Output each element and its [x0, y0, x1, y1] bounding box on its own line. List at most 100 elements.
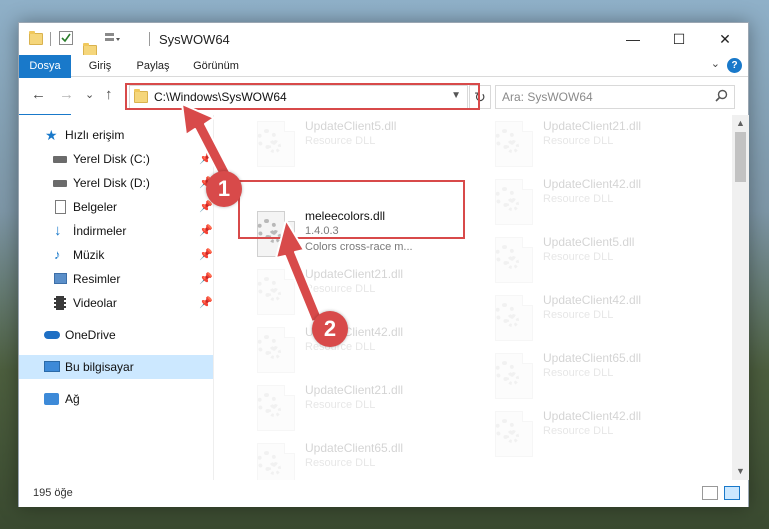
file-type: Resource DLL [305, 457, 376, 469]
file-item[interactable]: UpdateClient21.dll Resource DLL [247, 379, 477, 439]
search-input[interactable]: Ara: SysWOW64 [502, 90, 593, 104]
file-item[interactable]: UpdateClient21.dll Resource DLL [485, 115, 715, 175]
sidebar-item-onedrive[interactable]: OneDrive [19, 323, 213, 347]
sidebar-item-label: Yerel Disk (C:) [73, 152, 150, 166]
gear-icon [268, 140, 281, 153]
file-type: Resource DLL [543, 309, 614, 321]
pane-divider [213, 115, 214, 480]
sidebar-item-disk-d[interactable]: Yerel Disk (D:) 📌 [19, 171, 213, 195]
customize-qa-icon[interactable] [105, 32, 120, 44]
star-icon: ★ [45, 127, 58, 143]
address-highlight-box [125, 83, 480, 110]
item-count: 195 öğe [33, 487, 73, 499]
pin-icon[interactable]: 📌 [199, 267, 213, 291]
file-list: UpdateClient5.dll Resource DLL meleecolo… [219, 115, 731, 480]
file-name: UpdateClient21.dll [543, 119, 642, 133]
sidebar-item-label: Bu bilgisayar [65, 360, 134, 374]
folder-icon [29, 31, 43, 45]
file-name: UpdateClient42.dll [543, 293, 642, 307]
file-item[interactable]: UpdateClient21.dll Resource DLL [247, 263, 477, 323]
sidebar-item-label: İndirmeler [73, 224, 127, 238]
close-button[interactable]: ✕ [702, 23, 748, 55]
file-type: Resource DLL [305, 135, 376, 147]
pin-icon[interactable]: 📌 [199, 243, 213, 267]
back-button[interactable]: ← [31, 86, 46, 103]
sidebar-item-downloads[interactable]: ↓ İndirmeler 📌 [19, 219, 213, 243]
file-name: UpdateClient5.dll [305, 119, 397, 133]
minimize-button[interactable]: — [610, 23, 656, 55]
file-name: UpdateClient42.dll [543, 409, 642, 423]
file-item[interactable]: UpdateClient5.dll Resource DLL [247, 115, 477, 175]
explorer-window: SysWOW64 — ☐ ✕ Dosya Giriş Paylaş Görünü… [18, 22, 749, 507]
pin-icon[interactable]: 📌 [199, 147, 213, 171]
sidebar-item-documents[interactable]: Belgeler 📌 [19, 195, 213, 219]
navigation-pane: ★ Hızlı erişim Yerel Disk (C:) 📌 Yerel D… [19, 115, 213, 480]
step-marker-2: 2 [312, 311, 348, 347]
documents-icon [55, 200, 66, 214]
up-button[interactable]: ↑ [105, 86, 113, 103]
pin-icon[interactable]: 📌 [199, 291, 213, 315]
file-item[interactable]: UpdateClient42.dll Resource DLL [247, 321, 477, 381]
details-view-icon[interactable] [702, 486, 718, 500]
vertical-scrollbar[interactable]: ▲ ▼ [732, 115, 749, 480]
file-item[interactable]: UpdateClient42.dll Resource DLL [485, 289, 715, 349]
help-icon[interactable]: ? [727, 58, 742, 73]
network-icon [44, 393, 59, 405]
file-name: UpdateClient21.dll [305, 267, 404, 281]
file-type: Resource DLL [543, 367, 614, 379]
gear-icon [268, 462, 281, 475]
large-icons-view-icon[interactable] [724, 486, 740, 500]
file-name: UpdateClient65.dll [543, 351, 642, 365]
tab-view[interactable]: Görünüm [185, 55, 247, 77]
scroll-up-icon[interactable]: ▲ [732, 115, 749, 132]
file-name: UpdateClient65.dll [305, 441, 404, 455]
sidebar-item-label: OneDrive [65, 328, 116, 342]
gear-icon [268, 346, 281, 359]
sidebar-item-videos[interactable]: Videolar 📌 [19, 291, 213, 315]
divider [50, 32, 51, 46]
gear-icon [506, 140, 519, 153]
file-name: UpdateClient5.dll [543, 235, 635, 249]
gear-icon [506, 430, 519, 443]
file-type: Resource DLL [543, 135, 614, 147]
sidebar-item-disk-c[interactable]: Yerel Disk (C:) 📌 [19, 147, 213, 171]
status-bar: 195 öğe [19, 480, 748, 507]
ribbon-expand-icon[interactable]: ⌄ [711, 57, 720, 70]
file-type: Resource DLL [543, 425, 614, 437]
drive-icon [53, 180, 67, 187]
file-item[interactable]: UpdateClient65.dll Resource DLL [485, 347, 715, 407]
sidebar-item-label: Müzik [73, 248, 105, 262]
file-type: Resource DLL [543, 251, 614, 263]
sidebar-item-music[interactable]: ♪ Müzik 📌 [19, 243, 213, 267]
maximize-button[interactable]: ☐ [656, 23, 702, 55]
file-name: UpdateClient42.dll [543, 177, 642, 191]
properties-icon[interactable] [59, 31, 73, 45]
gear-icon [506, 372, 519, 385]
scroll-down-icon[interactable]: ▼ [732, 463, 749, 480]
scroll-thumb[interactable] [735, 132, 746, 182]
forward-button[interactable]: → [59, 86, 74, 103]
pin-icon[interactable]: 📌 [199, 219, 213, 243]
file-item[interactable]: UpdateClient42.dll Resource DLL [485, 405, 715, 465]
videos-icon [54, 296, 66, 310]
sidebar-item-network[interactable]: Ağ [19, 387, 213, 411]
search-icon[interactable] [715, 89, 728, 105]
file-item[interactable]: UpdateClient42.dll Resource DLL [485, 173, 715, 233]
window-title: SysWOW64 [159, 32, 230, 47]
sidebar-item-label: Videolar [73, 296, 117, 310]
sidebar-item-this-pc[interactable]: Bu bilgisayar [19, 355, 213, 379]
recent-locations-button[interactable]: ⌄ [85, 88, 94, 101]
file-item[interactable]: UpdateClient65.dll Resource DLL [247, 437, 477, 480]
sidebar-item-label: Yerel Disk (D:) [73, 176, 150, 190]
search-box[interactable]: Ara: SysWOW64 [495, 85, 735, 109]
tab-share[interactable]: Paylaş [127, 55, 179, 77]
gear-icon [506, 314, 519, 327]
divider [149, 32, 150, 46]
sidebar-item-quick-access[interactable]: ★ Hızlı erişim [19, 123, 213, 147]
computer-icon [44, 361, 60, 372]
tab-home[interactable]: Giriş [79, 55, 121, 77]
downloads-icon: ↓ [54, 222, 62, 239]
sidebar-item-pictures[interactable]: Resimler 📌 [19, 267, 213, 291]
file-name: UpdateClient21.dll [305, 383, 404, 397]
file-item[interactable]: UpdateClient5.dll Resource DLL [485, 231, 715, 291]
